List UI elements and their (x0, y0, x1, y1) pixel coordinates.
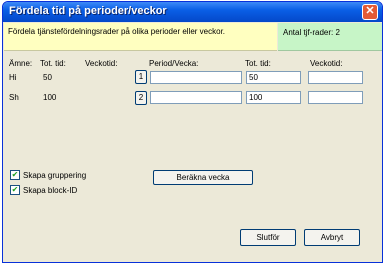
row-2-button[interactable]: 2 (135, 91, 147, 105)
header-tot-tid: Tot. tid: (40, 59, 66, 68)
row-1-tot-tid: 50 (43, 73, 52, 82)
row-1-tot-tid-input[interactable]: 50 (246, 71, 301, 84)
berakna-vecka-button[interactable]: Beräkna vecka (153, 170, 253, 185)
row-2-tot-tid: 100 (43, 93, 57, 102)
row-2-period-input[interactable] (150, 91, 242, 104)
info-description: Fördela tjänstefördelningsrader på olika… (8, 27, 226, 36)
header-tot-tid-2: Tot. tid: (245, 59, 271, 68)
row-1-veckotid-input[interactable] (308, 71, 363, 84)
skapa-block-id-checkbox[interactable]: ✔ (10, 185, 20, 195)
close-icon[interactable]: ✕ (362, 4, 378, 20)
avbryt-button[interactable]: Avbryt (304, 229, 360, 246)
header-period-vecka: Period/Vecka: (149, 59, 199, 68)
skapa-gruppering-checkbox[interactable]: ✔ (10, 170, 20, 180)
row-count-label: Antal tjf-rader: 2 (283, 28, 340, 37)
header-veckotid-2: Veckotid: (310, 59, 343, 68)
header-veckotid: Veckotid: (85, 59, 118, 68)
window-title: Fördela tid på perioder/veckor (9, 5, 167, 17)
row-2-veckotid-input[interactable] (308, 91, 363, 104)
row-1-period-input[interactable] (150, 71, 242, 84)
slutfor-button[interactable]: Slutför (240, 229, 296, 246)
dialog-window: Fördela tid på perioder/veckor ✕ Fördela… (2, 1, 383, 263)
row-count-panel: Antal tjf-rader: 2 (278, 23, 382, 51)
info-bar: Fördela tjänstefördelningsrader på olika… (4, 23, 277, 51)
row-2-amne: Sh (9, 93, 19, 102)
title-bar: Fördela tid på perioder/veckor ✕ (3, 2, 382, 22)
header-amne: Ämne: (9, 59, 33, 68)
skapa-gruppering-label: Skapa gruppering (23, 171, 87, 180)
row-2-tot-tid-input[interactable]: 100 (246, 91, 301, 104)
row-1-button[interactable]: 1 (135, 70, 147, 84)
row-1-amne: Hi (9, 73, 17, 82)
skapa-block-id-label: Skapa block-ID (23, 186, 78, 195)
